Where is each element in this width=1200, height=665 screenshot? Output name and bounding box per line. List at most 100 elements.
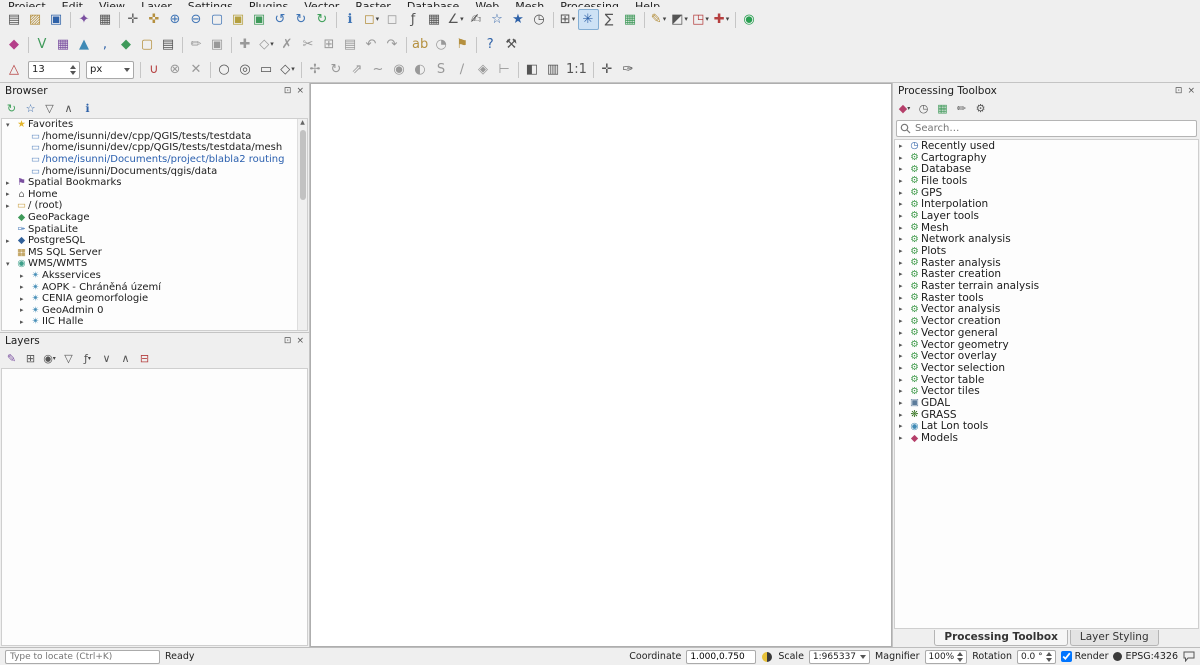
digitize-regular-polygon-button[interactable]: ◇▾ bbox=[277, 59, 298, 80]
paste-features-button[interactable]: ▤ bbox=[340, 34, 361, 55]
model-designer-button[interactable]: ◆▾ bbox=[896, 100, 913, 117]
expand-arrow-icon[interactable]: ▸ bbox=[20, 306, 29, 314]
identify-features-button[interactable]: ℹ bbox=[340, 9, 361, 30]
menu-item[interactable]: Vector bbox=[304, 0, 339, 7]
processing-tree-item[interactable]: ▸ ⚙ Database bbox=[895, 163, 1198, 175]
osm-place-search-button[interactable]: ◉ bbox=[739, 9, 760, 30]
processing-tree-item[interactable]: ▸ ⚙ Plots bbox=[895, 245, 1198, 257]
processing-tree-item[interactable]: ▸ ◷ Recently used bbox=[895, 140, 1198, 152]
layout-manager-button[interactable]: ▦ bbox=[95, 9, 116, 30]
add-favorite-button[interactable]: ☆ bbox=[22, 100, 39, 117]
expand-arrow-icon[interactable]: ▸ bbox=[899, 317, 908, 325]
zoom-in-button[interactable]: ⊕ bbox=[165, 9, 186, 30]
browser-tree-item[interactable]: ▸ ▭ / (root) bbox=[2, 200, 307, 212]
show-pinned-labels-button[interactable]: ⚑ bbox=[452, 34, 473, 55]
zoom-next-button[interactable]: ↻ bbox=[291, 9, 312, 30]
filter-by-expression-button[interactable]: ƒ▾ bbox=[79, 350, 96, 367]
menu-item[interactable]: Edit bbox=[62, 0, 83, 7]
expand-arrow-icon[interactable]: ▾ bbox=[6, 260, 15, 268]
copy-features-button[interactable]: ⊞ bbox=[319, 34, 340, 55]
processing-tree-item[interactable]: ▸ ⚙ Vector geometry bbox=[895, 339, 1198, 351]
browser-scrollbar[interactable]: ▲ bbox=[297, 119, 307, 330]
spin-up-icon[interactable] bbox=[1046, 652, 1052, 656]
snap-on-intersection-button[interactable]: ⊗ bbox=[165, 59, 186, 80]
open-layer-styling-button[interactable]: ✎ bbox=[3, 350, 20, 367]
expand-arrow-icon[interactable]: ▸ bbox=[899, 224, 908, 232]
browser-tree-item[interactable]: ▸ ◆ PostgreSQL bbox=[2, 235, 307, 247]
expand-arrow-icon[interactable]: ▸ bbox=[899, 294, 908, 302]
mesh-calculator-button[interactable]: ▦ bbox=[620, 9, 641, 30]
expand-arrow-icon[interactable]: ▸ bbox=[6, 190, 15, 198]
add-mesh-layer-button[interactable]: ▲ bbox=[74, 34, 95, 55]
browser-tree-item[interactable]: ▭ /home/isunni/dev/cpp/QGIS/tests/testda… bbox=[2, 131, 307, 143]
select-features-button[interactable]: ◻▾ bbox=[361, 9, 382, 30]
processing-tree-item[interactable]: ▸ ⚙ File tools bbox=[895, 175, 1198, 187]
add-feature-button[interactable]: ✚ bbox=[235, 34, 256, 55]
vertex-tool-button[interactable]: ◇▾ bbox=[256, 34, 277, 55]
layer-labeling-button[interactable]: ab bbox=[410, 34, 431, 55]
magnifier-spinbox[interactable]: 100% bbox=[925, 650, 968, 664]
new-temporary-scratch-layer-button[interactable]: ▤ bbox=[158, 34, 179, 55]
expand-arrow-icon[interactable]: ▸ bbox=[899, 376, 908, 384]
expand-arrow-icon[interactable]: ▸ bbox=[899, 177, 908, 185]
processing-tree-item[interactable]: ▸ ◆ Models bbox=[895, 432, 1198, 444]
add-vector-layer-button[interactable]: V bbox=[32, 34, 53, 55]
expand-arrow-icon[interactable]: ▸ bbox=[899, 235, 908, 243]
rotation-spinbox[interactable]: 0.0 ° bbox=[1017, 650, 1056, 664]
zoom-last-button[interactable]: ↺ bbox=[270, 9, 291, 30]
processing-tree-item[interactable]: ▸ ⚙ Vector table bbox=[895, 374, 1198, 386]
expand-arrow-icon[interactable]: ▸ bbox=[899, 341, 908, 349]
expand-arrow-icon[interactable]: ▸ bbox=[899, 364, 908, 372]
collapse-all-button[interactable]: ∧ bbox=[60, 100, 77, 117]
spin-down-icon[interactable] bbox=[957, 658, 963, 662]
reshape-features-button[interactable]: S bbox=[431, 59, 452, 80]
float-panel-icon[interactable]: ⊡ bbox=[284, 86, 292, 96]
spin-down-icon[interactable] bbox=[70, 71, 76, 75]
expand-arrow-icon[interactable]: ▸ bbox=[899, 387, 908, 395]
whats-this-button[interactable]: ⚒ bbox=[501, 34, 522, 55]
browser-tree-item[interactable]: ▭ /home/isunni/Documents/project/blabla2… bbox=[2, 154, 307, 166]
browser-tree-item[interactable]: ▾ ★ Favorites bbox=[2, 119, 307, 131]
remove-layer-button[interactable]: ⊟ bbox=[136, 350, 153, 367]
browser-tree-item[interactable]: ▸ ⚑ Spatial Bookmarks bbox=[2, 177, 307, 189]
deselect-features-button[interactable]: ◻ bbox=[382, 9, 403, 30]
expand-arrow-icon[interactable]: ▸ bbox=[20, 318, 29, 326]
zoom-actual-size-button[interactable]: 1:1 bbox=[564, 59, 590, 80]
cut-features-button[interactable]: ✂ bbox=[298, 34, 319, 55]
advanced-digitizing-button[interactable]: △ bbox=[4, 59, 25, 80]
digitizing-tolerance-spinbox[interactable]: 13 bbox=[28, 61, 80, 79]
properties-widget-button[interactable]: ℹ bbox=[79, 100, 96, 117]
processing-tree-item[interactable]: ▸ ⚙ Raster terrain analysis bbox=[895, 280, 1198, 292]
dock-tab[interactable]: Layer Styling bbox=[1070, 630, 1159, 646]
expand-arrow-icon[interactable]: ▸ bbox=[6, 179, 15, 187]
redo-button[interactable]: ↷ bbox=[382, 34, 403, 55]
save-layer-edits-button[interactable]: ▣ bbox=[207, 34, 228, 55]
add-delimited-text-layer-button[interactable]: , bbox=[95, 34, 116, 55]
refresh-map-button[interactable]: ↻ bbox=[312, 9, 333, 30]
expand-arrow-icon[interactable]: ▸ bbox=[6, 237, 15, 245]
processing-tree-item[interactable]: ▸ ❋ GRASS bbox=[895, 409, 1198, 421]
style-manager-button[interactable]: ✦ bbox=[74, 9, 95, 30]
history-button[interactable]: ◷ bbox=[915, 100, 932, 117]
add-raster-layer-button[interactable]: ▦ bbox=[53, 34, 74, 55]
expand-arrow-icon[interactable]: ▸ bbox=[899, 165, 908, 173]
dock-tab[interactable]: Processing Toolbox bbox=[934, 630, 1067, 646]
browser-tree-item[interactable]: ▦ MS SQL Server bbox=[2, 247, 307, 259]
menu-item[interactable]: Plugins bbox=[249, 0, 288, 7]
menu-item[interactable]: Mesh bbox=[515, 0, 544, 7]
results-viewer-button[interactable]: ▦ bbox=[934, 100, 951, 117]
menu-item[interactable]: Layer bbox=[141, 0, 172, 7]
digitize-circle-button[interactable]: ○ bbox=[214, 59, 235, 80]
trim-extend-button[interactable]: ⊢ bbox=[494, 59, 515, 80]
toggle-editing-button[interactable]: ✏ bbox=[186, 34, 207, 55]
expand-arrow-icon[interactable]: ▸ bbox=[899, 282, 908, 290]
processing-tree-item[interactable]: ▸ ⚙ Mesh bbox=[895, 222, 1198, 234]
processing-tree-item[interactable]: ▸ ⚙ Interpolation bbox=[895, 198, 1198, 210]
filter-browser-button[interactable]: ▽ bbox=[41, 100, 58, 117]
processing-tree-item[interactable]: ▸ ⚙ Vector creation bbox=[895, 315, 1198, 327]
messages-button[interactable] bbox=[1183, 651, 1195, 663]
toggle-extents-icon[interactable] bbox=[761, 651, 773, 663]
scale-combo[interactable]: 1:965337 bbox=[809, 650, 870, 664]
processing-tree-item[interactable]: ▸ ⚙ Raster tools bbox=[895, 292, 1198, 304]
expand-arrow-icon[interactable]: ▸ bbox=[899, 247, 908, 255]
